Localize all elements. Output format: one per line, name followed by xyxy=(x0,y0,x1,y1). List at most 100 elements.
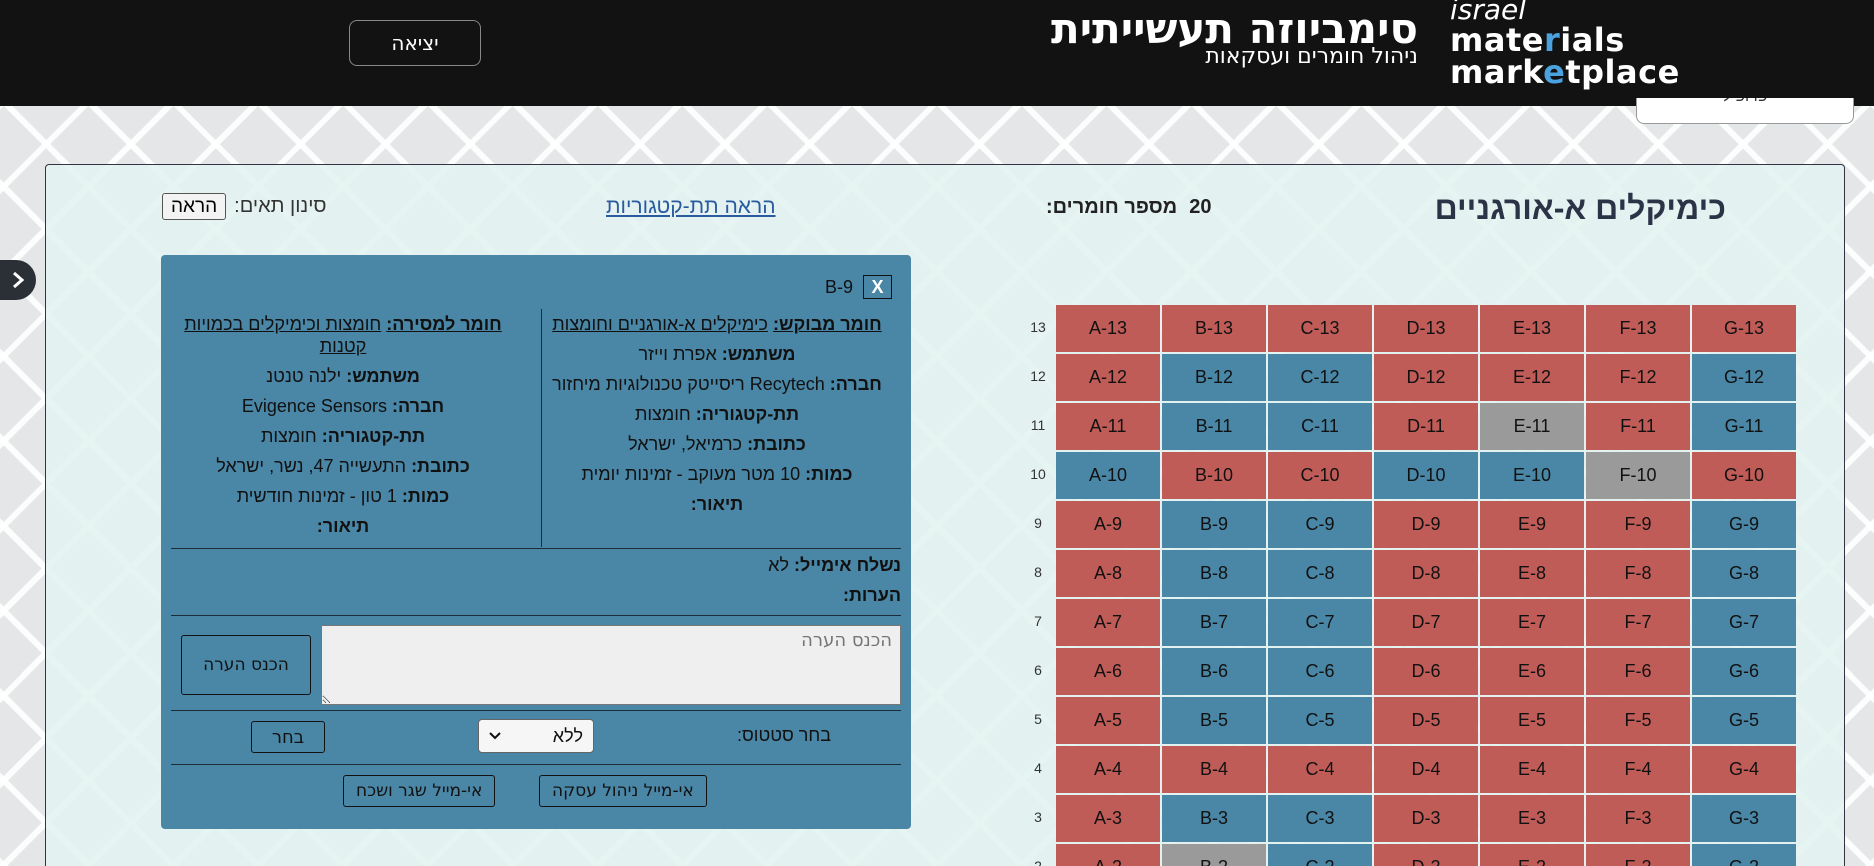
grid-cell[interactable]: C-3 xyxy=(1268,795,1372,842)
grid-cell[interactable]: G-7 xyxy=(1692,599,1796,646)
grid-cell[interactable]: G-8 xyxy=(1692,550,1796,597)
email-forgot-button[interactable]: אי-מייל שגר ושכח xyxy=(343,775,496,807)
grid-cell[interactable]: C-8 xyxy=(1268,550,1372,597)
grid-cell[interactable]: G-5 xyxy=(1692,697,1796,744)
grid-cell[interactable]: F-10 xyxy=(1586,452,1690,499)
grid-cell[interactable]: B-9 xyxy=(1162,501,1266,548)
offered-material-link[interactable]: חומצות וכימיקלים בכמויות קטנות xyxy=(184,314,381,356)
grid-cell[interactable]: E-5 xyxy=(1480,697,1584,744)
grid-cell[interactable]: A-4 xyxy=(1056,746,1160,793)
grid-cell[interactable]: D-11 xyxy=(1374,403,1478,450)
grid-cell[interactable]: C-10 xyxy=(1268,452,1372,499)
choose-status-button[interactable]: בחר xyxy=(251,721,325,753)
grid-cell[interactable]: E-8 xyxy=(1480,550,1584,597)
grid-cell[interactable]: A-3 xyxy=(1056,795,1160,842)
grid-cell[interactable]: E-6 xyxy=(1480,648,1584,695)
grid-cell[interactable]: A-10 xyxy=(1056,452,1160,499)
grid-cell[interactable]: B-13 xyxy=(1162,305,1266,352)
grid-cell[interactable]: D-4 xyxy=(1374,746,1478,793)
grid-cell[interactable]: F-2 xyxy=(1586,844,1690,866)
show-subcategories-link[interactable]: הראה תת-קטגוריות xyxy=(606,195,776,219)
grid-cell[interactable]: E-7 xyxy=(1480,599,1584,646)
grid-cell[interactable]: F-7 xyxy=(1586,599,1690,646)
grid-cell[interactable]: E-2 xyxy=(1480,844,1584,866)
grid-cell[interactable]: B-11 xyxy=(1162,403,1266,450)
grid-cell[interactable]: G-6 xyxy=(1692,648,1796,695)
grid-cell[interactable]: E-10 xyxy=(1480,452,1584,499)
grid-cell[interactable]: F-9 xyxy=(1586,501,1690,548)
grid-cell[interactable]: F-4 xyxy=(1586,746,1690,793)
grid-cell[interactable]: D-13 xyxy=(1374,305,1478,352)
grid-cell[interactable]: B-3 xyxy=(1162,795,1266,842)
email-deal-button[interactable]: אי-מייל ניהול עסקה xyxy=(539,775,707,807)
grid-cell[interactable]: G-4 xyxy=(1692,746,1796,793)
grid-cell[interactable]: C-5 xyxy=(1268,697,1372,744)
grid-cell[interactable]: G-10 xyxy=(1692,452,1796,499)
grid-cell[interactable]: A-6 xyxy=(1056,648,1160,695)
grid-cell[interactable]: E-9 xyxy=(1480,501,1584,548)
comment-input[interactable] xyxy=(321,625,901,705)
grid-cell[interactable]: A-9 xyxy=(1056,501,1160,548)
grid-cell[interactable]: C-12 xyxy=(1268,354,1372,401)
sidebar-toggle[interactable] xyxy=(0,260,36,300)
requested-material-link[interactable]: כימיקלים א-אורגניים וחומצות xyxy=(552,314,768,334)
grid-cell[interactable]: G-12 xyxy=(1692,354,1796,401)
grid-cell[interactable]: E-13 xyxy=(1480,305,1584,352)
grid-cell[interactable]: B-12 xyxy=(1162,354,1266,401)
grid-cell[interactable]: B-6 xyxy=(1162,648,1266,695)
grid-cell[interactable]: G-13 xyxy=(1692,305,1796,352)
grid-cell[interactable]: D-7 xyxy=(1374,599,1478,646)
grid-cell[interactable]: F-6 xyxy=(1586,648,1690,695)
grid-cell[interactable]: F-5 xyxy=(1586,697,1690,744)
row-number: 7 xyxy=(1034,613,1042,629)
filter-show-button[interactable]: הראה xyxy=(162,193,227,220)
grid-cell[interactable]: C-6 xyxy=(1268,648,1372,695)
grid-cell[interactable]: A-2 xyxy=(1056,844,1160,866)
close-panel-button[interactable]: X xyxy=(863,275,892,299)
grid-cell[interactable]: B-5 xyxy=(1162,697,1266,744)
add-comment-button[interactable]: הכנס הערה xyxy=(181,635,311,695)
grid-cell[interactable]: F-11 xyxy=(1586,403,1690,450)
grid-cell[interactable]: A-5 xyxy=(1056,697,1160,744)
grid-cell[interactable]: D-8 xyxy=(1374,550,1478,597)
grid-cell[interactable]: E-3 xyxy=(1480,795,1584,842)
grid-cell[interactable]: C-9 xyxy=(1268,501,1372,548)
grid-cell[interactable]: D-10 xyxy=(1374,452,1478,499)
grid-cell[interactable]: D-2 xyxy=(1374,844,1478,866)
grid-cell[interactable]: C-2 xyxy=(1268,844,1372,866)
grid-cell[interactable]: A-11 xyxy=(1056,403,1160,450)
grid-cell[interactable]: A-8 xyxy=(1056,550,1160,597)
grid-cell[interactable]: C-4 xyxy=(1268,746,1372,793)
grid-cell[interactable]: D-12 xyxy=(1374,354,1478,401)
grid-cell[interactable]: F-3 xyxy=(1586,795,1690,842)
grid-cell[interactable]: F-12 xyxy=(1586,354,1690,401)
grid-cell[interactable]: B-8 xyxy=(1162,550,1266,597)
grid-cell[interactable]: E-12 xyxy=(1480,354,1584,401)
grid-cell[interactable]: F-13 xyxy=(1586,305,1690,352)
grid-cell[interactable]: D-3 xyxy=(1374,795,1478,842)
status-select[interactable]: ללא xyxy=(478,719,594,753)
grid-cell[interactable]: D-6 xyxy=(1374,648,1478,695)
grid-cell[interactable]: B-10 xyxy=(1162,452,1266,499)
grid-cell[interactable]: A-7 xyxy=(1056,599,1160,646)
grid-cell[interactable]: C-13 xyxy=(1268,305,1372,352)
grid-cell[interactable]: D-9 xyxy=(1374,501,1478,548)
grid-cell[interactable]: B-2 xyxy=(1162,844,1266,866)
grid-cell[interactable]: G-11 xyxy=(1692,403,1796,450)
grid-cell[interactable]: F-8 xyxy=(1586,550,1690,597)
grid-cell[interactable]: D-5 xyxy=(1374,697,1478,744)
logout-button[interactable]: יציאה xyxy=(349,20,481,66)
grid-cell[interactable]: B-7 xyxy=(1162,599,1266,646)
grid-cell[interactable]: B-4 xyxy=(1162,746,1266,793)
grid-cell[interactable]: C-11 xyxy=(1268,403,1372,450)
grid-cell[interactable]: E-4 xyxy=(1480,746,1584,793)
grid-cell[interactable]: G-2 xyxy=(1692,844,1796,866)
profile-button[interactable]: פרופיל xyxy=(1636,98,1854,124)
grid-cell[interactable]: G-9 xyxy=(1692,501,1796,548)
grid-cell[interactable]: E-11 xyxy=(1480,403,1584,450)
grid-cell[interactable]: G-3 xyxy=(1692,795,1796,842)
grid-cell[interactable]: A-12 xyxy=(1056,354,1160,401)
requested-material: חומר מבוקש: כימיקלים א-אורגניים וחומצות … xyxy=(552,314,882,514)
grid-cell[interactable]: C-7 xyxy=(1268,599,1372,646)
grid-cell[interactable]: A-13 xyxy=(1056,305,1160,352)
